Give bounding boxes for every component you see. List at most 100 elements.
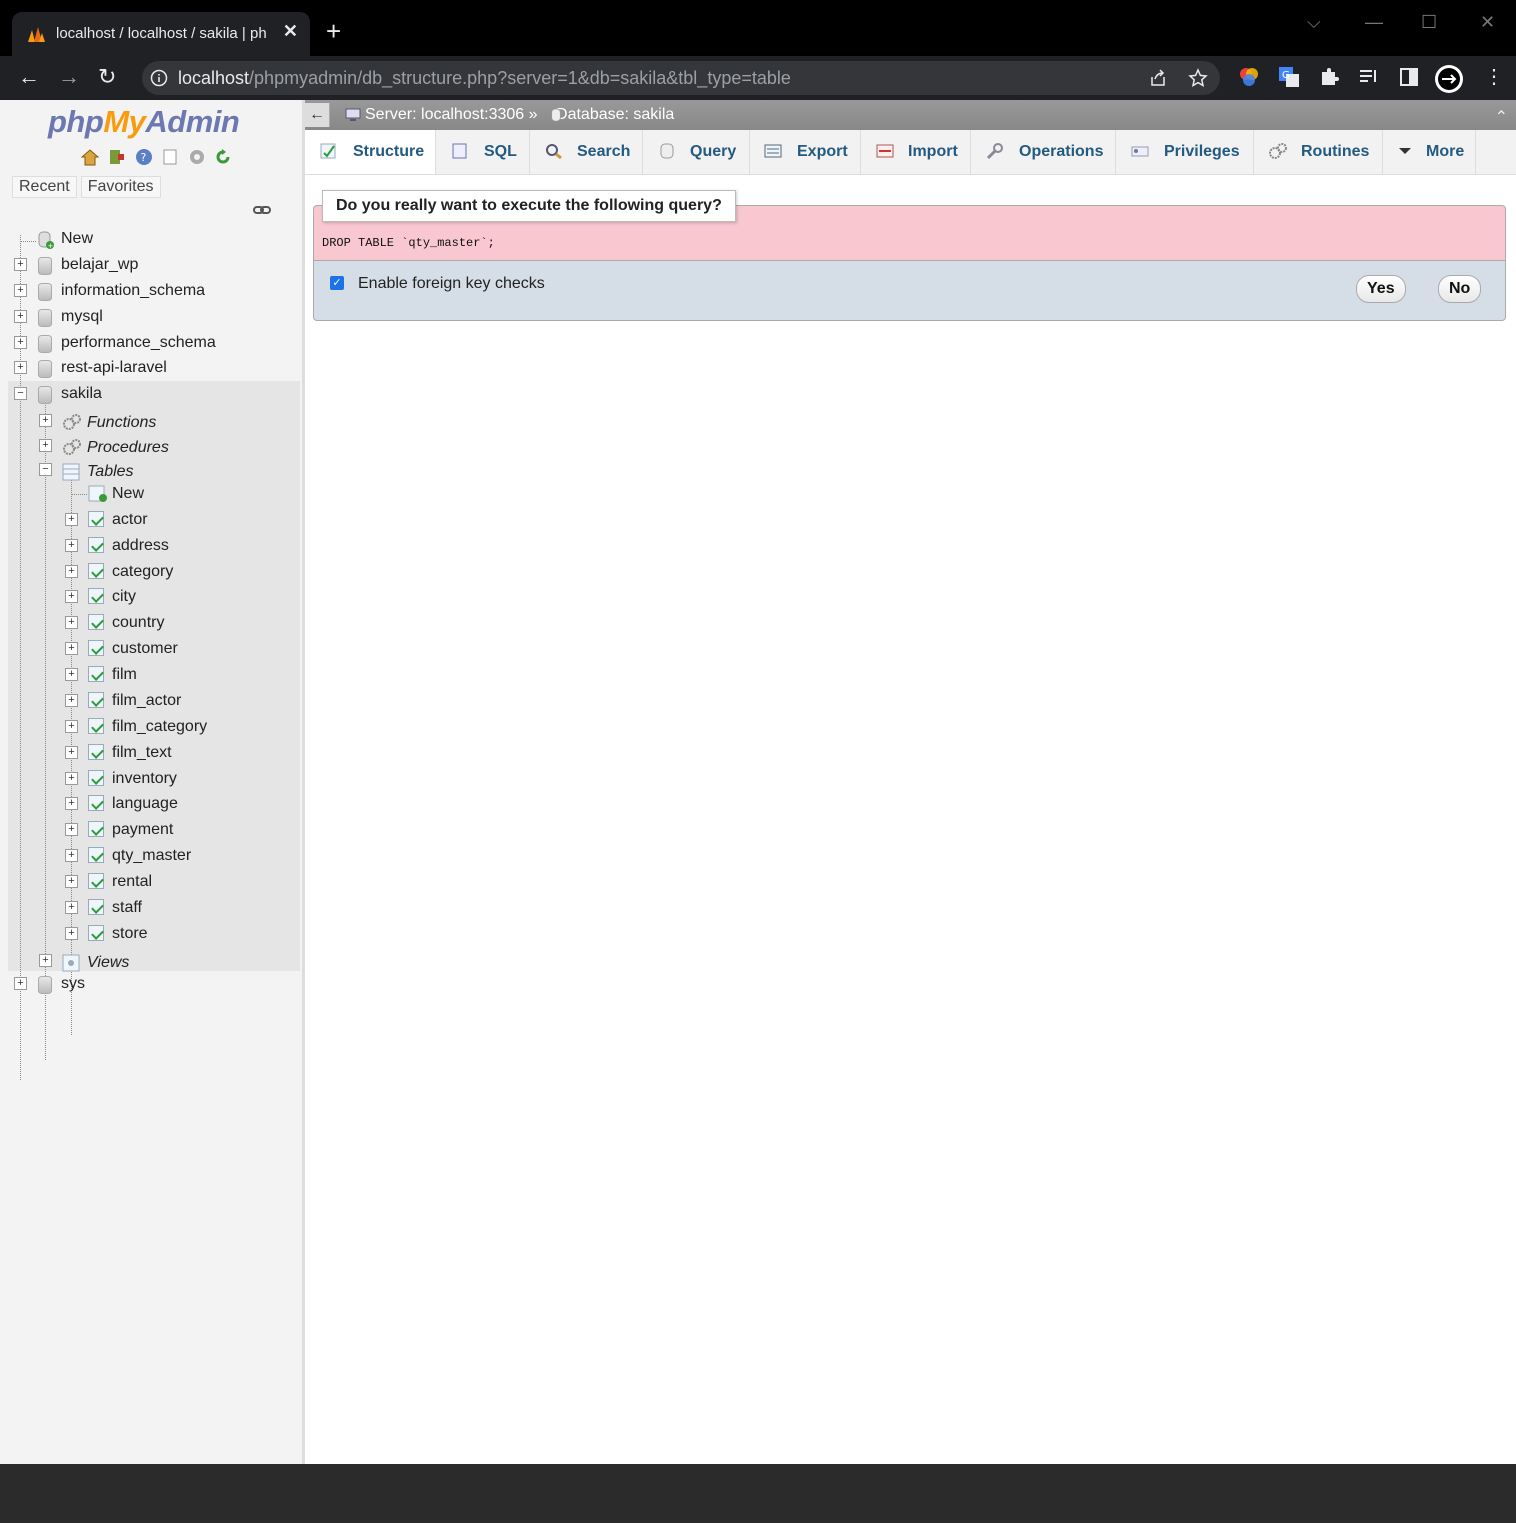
expand-icon[interactable]: + <box>65 668 78 681</box>
maximize-icon[interactable]: ☐ <box>1421 12 1437 33</box>
expand-icon[interactable]: + <box>65 616 78 629</box>
table-icon <box>88 847 104 863</box>
table-icon <box>88 795 104 811</box>
wrench-icon <box>986 143 1003 160</box>
expand-icon[interactable]: + <box>14 310 27 323</box>
home-icon[interactable] <box>80 148 100 166</box>
new-database-link[interactable]: New <box>61 230 93 248</box>
database-icon <box>38 283 52 301</box>
color-extension-icon[interactable] <box>1238 66 1260 88</box>
reload-icon[interactable]: ↻ <box>98 66 116 88</box>
expand-icon[interactable]: + <box>39 414 52 427</box>
documentation-icon[interactable] <box>161 148 179 166</box>
tab-privileges[interactable]: Privileges <box>1116 130 1254 174</box>
expand-icon[interactable]: + <box>14 977 27 990</box>
share-icon[interactable] <box>1148 68 1168 88</box>
phpmyadmin-logo[interactable]: phpMyAdmin <box>48 104 240 140</box>
collapse-navigation-icon[interactable]: ← <box>305 103 330 127</box>
expand-icon[interactable]: + <box>65 823 78 836</box>
taskbar-area <box>0 1464 1516 1523</box>
minimize-icon[interactable]: — <box>1365 12 1383 33</box>
expand-icon[interactable]: + <box>65 694 78 707</box>
breadcrumb-server[interactable]: Server: localhost:3306 <box>365 106 524 123</box>
tab-search-icon[interactable]: ⌵ <box>1307 12 1321 33</box>
database-icon <box>38 976 52 994</box>
expand-icon[interactable]: + <box>65 927 78 940</box>
tab-search[interactable]: Search <box>530 130 643 174</box>
tab-import[interactable]: Import <box>861 130 971 174</box>
breadcrumb-text: Server: localhost:3306 » Database: sakil… <box>365 106 675 123</box>
expand-icon[interactable]: + <box>14 361 27 374</box>
phpmyadmin-favicon-icon <box>28 27 45 42</box>
table-icon <box>88 821 104 837</box>
help-icon[interactable]: ? <box>135 148 153 166</box>
expand-icon[interactable]: + <box>65 901 78 914</box>
back-icon[interactable]: ← <box>18 66 40 88</box>
google-translate-icon[interactable]: G <box>1278 66 1300 88</box>
table-icon <box>88 770 104 786</box>
expand-icon[interactable]: + <box>65 642 78 655</box>
svg-text:+: + <box>48 242 54 250</box>
tab-routines[interactable]: Routines <box>1254 130 1383 174</box>
foreign-key-label[interactable]: Enable foreign key checks <box>358 275 545 293</box>
browser-tab[interactable]: localhost / localhost / sakila | php ✕ <box>12 12 310 56</box>
confirm-query-dialog: DROP TABLE `qty_master`; Do you really w… <box>313 190 1506 321</box>
export-icon <box>764 144 782 158</box>
expand-icon[interactable]: + <box>65 513 78 526</box>
tables-icon <box>62 463 80 481</box>
extensions-puzzle-icon[interactable] <box>1318 66 1340 88</box>
side-panel-icon[interactable] <box>1398 66 1420 88</box>
address-bar[interactable]: localhost/phpmyadmin/db_structure.php?se… <box>142 61 1220 95</box>
site-info-icon[interactable] <box>150 69 168 87</box>
close-tab-icon[interactable]: ✕ <box>283 21 298 42</box>
expand-icon[interactable]: + <box>14 258 27 271</box>
reload-navigation-icon[interactable] <box>214 148 232 166</box>
logout-icon[interactable] <box>108 148 126 166</box>
server-icon <box>345 108 361 121</box>
forward-icon[interactable]: → <box>58 66 80 88</box>
no-button[interactable]: No <box>1438 275 1482 303</box>
browser-menu-icon[interactable]: ⋮ <box>1484 66 1504 88</box>
foreign-key-checkbox[interactable]: ✓ <box>330 276 344 290</box>
table-icon <box>88 899 104 915</box>
expand-icon[interactable]: + <box>65 797 78 810</box>
expand-icon[interactable]: + <box>65 720 78 733</box>
database-icon <box>551 108 561 122</box>
window-close-icon[interactable]: ✕ <box>1480 12 1495 33</box>
expand-icon[interactable]: + <box>65 590 78 603</box>
new-tab-button[interactable]: + <box>326 18 341 44</box>
expand-icon[interactable]: + <box>65 772 78 785</box>
tab-query[interactable]: Query <box>643 130 750 174</box>
tab-structure[interactable]: Structure <box>305 130 436 174</box>
expand-icon[interactable]: + <box>65 875 78 888</box>
favorites-tab[interactable]: Favorites <box>80 176 161 198</box>
collapse-icon[interactable]: − <box>14 387 27 400</box>
database-icon <box>38 335 52 353</box>
expand-icon[interactable]: + <box>39 954 52 967</box>
expand-icon[interactable]: + <box>14 336 27 349</box>
yes-button[interactable]: Yes <box>1356 275 1406 303</box>
breadcrumb-database[interactable]: Database: sakila <box>556 106 674 123</box>
bookmark-star-icon[interactable] <box>1188 68 1208 88</box>
tab-export[interactable]: Export <box>750 130 861 174</box>
tab-operations[interactable]: Operations <box>971 130 1116 174</box>
settings-gear-icon[interactable] <box>188 148 206 166</box>
expand-icon[interactable]: + <box>65 565 78 578</box>
profile-avatar-icon[interactable] <box>1434 64 1464 94</box>
svg-text:?: ? <box>140 151 146 164</box>
table-icon <box>88 511 104 527</box>
link-with-main-panel-icon[interactable] <box>253 204 271 216</box>
collapse-icon[interactable]: − <box>39 463 52 476</box>
expand-icon[interactable]: + <box>65 849 78 862</box>
collapse-top-menu-icon[interactable]: ⌃ <box>1495 107 1508 127</box>
table-icon <box>88 873 104 889</box>
expand-icon[interactable]: + <box>65 746 78 759</box>
recent-tab[interactable]: Recent <box>12 176 77 198</box>
expand-icon[interactable]: + <box>14 284 27 297</box>
tab-sql[interactable]: SQL <box>436 130 530 174</box>
expand-icon[interactable]: + <box>65 539 78 552</box>
media-control-icon[interactable] <box>1358 66 1380 88</box>
expand-icon[interactable]: + <box>39 439 52 452</box>
tab-more[interactable]: More <box>1383 130 1476 174</box>
caret-down-icon <box>1399 148 1411 154</box>
